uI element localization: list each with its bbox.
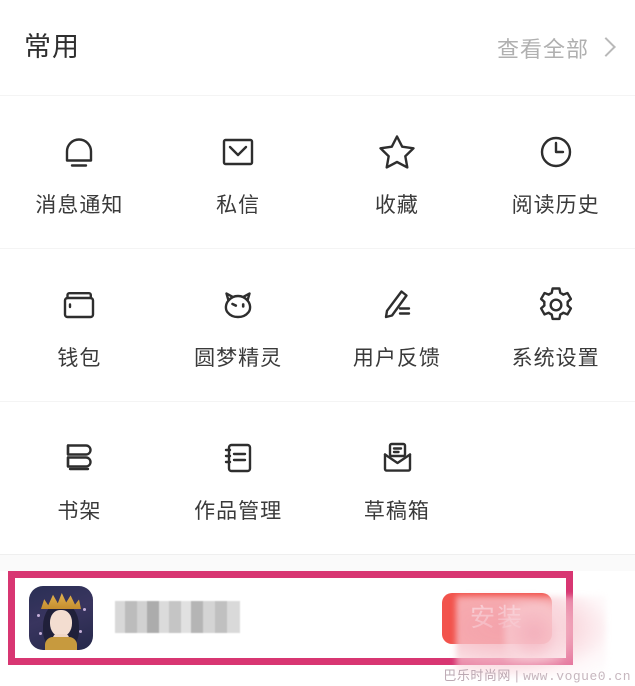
grid-item-label: 草稿箱 [363, 499, 430, 523]
grid-item-label: 圆梦精灵 [194, 346, 283, 370]
section-header: 常用 查看全部 [0, 0, 635, 96]
view-all-label: 查看全部 [496, 36, 589, 62]
grid-item-label: 阅读历史 [511, 193, 600, 217]
grid-item-reading-history[interactable]: 阅读历史 [476, 96, 635, 248]
grid-row: 消息通知 私信 收藏 阅读历史 [0, 96, 635, 249]
grid-item-dream-fairy[interactable]: 圆梦精灵 [159, 249, 318, 401]
grid-item-bookshelf[interactable]: 书架 [0, 402, 159, 554]
grid-item-user-feedback[interactable]: 用户反馈 [318, 249, 477, 401]
grid-item-label: 系统设置 [511, 346, 600, 370]
grid-item-label: 钱包 [57, 346, 102, 370]
section-divider [0, 555, 635, 571]
shortcut-grid: 消息通知 私信 收藏 阅读历史 钱包 圆梦精灵 用户反馈 系统设置 书架 作品管… [0, 96, 635, 555]
envelope-icon [215, 129, 261, 175]
grid-item-label: 书架 [57, 499, 102, 523]
watermark-site-name: 巴乐时尚网 [443, 668, 511, 683]
view-all-button[interactable]: 查看全部 [496, 32, 616, 64]
ad-title-blurred [115, 601, 240, 633]
grid-row: 钱包 圆梦精灵 用户反馈 系统设置 [0, 249, 635, 402]
chevron-right-icon [596, 37, 616, 57]
grid-item-private-message[interactable]: 私信 [159, 96, 318, 248]
grid-item-wallet[interactable]: 钱包 [0, 249, 159, 401]
grid-item-empty-slot [476, 402, 635, 554]
grid-item-label: 私信 [216, 193, 261, 217]
star-icon [374, 129, 420, 175]
notebook-icon [215, 435, 261, 481]
grid-item-label: 用户反馈 [352, 346, 441, 370]
game-app-icon[interactable] [29, 586, 93, 650]
cat-face-icon [215, 282, 261, 328]
clock-icon [533, 129, 579, 175]
watermark-url: www.vogue0.cn [523, 669, 631, 684]
grid-item-system-settings[interactable]: 系统设置 [476, 249, 635, 401]
grid-item-drafts[interactable]: 草稿箱 [318, 402, 477, 554]
grid-item-works-management[interactable]: 作品管理 [159, 402, 318, 554]
wallet-icon [56, 282, 102, 328]
ad-banner[interactable]: 安装 [8, 571, 606, 676]
grid-item-label: 作品管理 [194, 499, 283, 523]
install-button[interactable]: 安装 [441, 592, 552, 644]
watermark: 巴乐时尚网 | www.vogue0.cn [443, 665, 631, 684]
open-envelope-icon [374, 435, 420, 481]
pencil-icon [374, 282, 420, 328]
grid-item-label: 收藏 [374, 193, 419, 217]
watermark-separator: | [515, 668, 519, 683]
grid-item-favorites[interactable]: 收藏 [318, 96, 477, 248]
page-title: 常用 [24, 32, 80, 62]
ad-title-area [115, 601, 442, 635]
grid-row: 书架 作品管理 草稿箱 [0, 402, 635, 555]
grid-item-message-notifications[interactable]: 消息通知 [0, 96, 159, 248]
bell-icon [56, 129, 102, 175]
ad-banner-wrapper: 安装 [0, 571, 635, 676]
bookshelf-icon [56, 435, 102, 481]
grid-item-label: 消息通知 [35, 193, 124, 217]
gear-icon [533, 282, 579, 328]
